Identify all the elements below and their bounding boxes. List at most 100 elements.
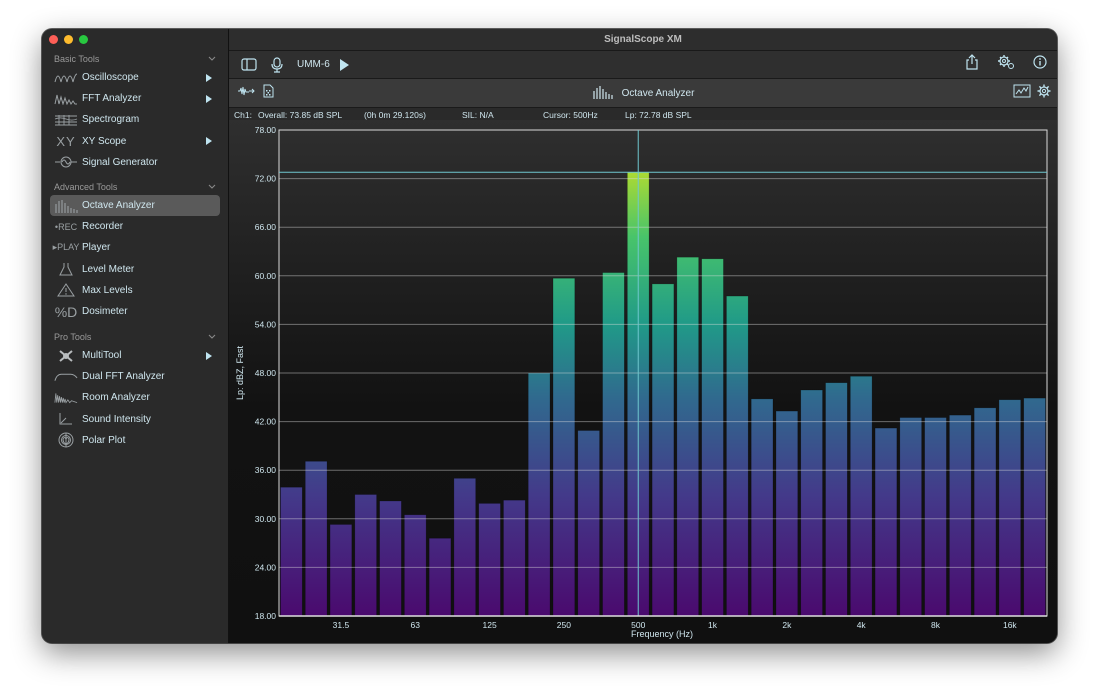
sidebar-item-label: Polar Plot bbox=[82, 434, 126, 446]
chart-area[interactable]: 78.00 72.00 66.00 60.00 54.00 48.00 42.00 36.00… bbox=[229, 120, 1057, 643]
bar-630[interactable] bbox=[651, 283, 675, 617]
x-tick-label: 250 bbox=[557, 620, 571, 630]
bar-1.25k[interactable] bbox=[726, 295, 749, 617]
overall-level: Overall: 73.85 dB SPL bbox=[258, 109, 343, 120]
sidebar-item-label: FFT Analyzer bbox=[82, 93, 142, 105]
bar-1k[interactable] bbox=[701, 258, 724, 617]
play-button[interactable] bbox=[339, 58, 349, 71]
analyzer-header: Octave Analyzer bbox=[229, 79, 1057, 108]
chevron-down-icon[interactable] bbox=[208, 183, 216, 191]
bar-10k[interactable] bbox=[949, 414, 972, 617]
bar-31.5[interactable] bbox=[329, 524, 353, 617]
main-panel: SignalScope XM UMM-6 Octave Analyzer Ch1… bbox=[229, 29, 1057, 643]
sound-intensity-icon bbox=[54, 412, 78, 426]
sidebar-item-spectrogram[interactable]: Spectrogram bbox=[50, 109, 220, 130]
minimize-window-button[interactable] bbox=[64, 35, 73, 44]
sidebar-item-label: Dual FFT Analyzer bbox=[82, 371, 165, 383]
sidebar-item-max-levels[interactable]: Max Levels bbox=[50, 280, 220, 301]
sidebar-item-label: Signal Generator bbox=[82, 156, 158, 168]
graph-options-icon[interactable] bbox=[1013, 84, 1031, 103]
bar-4k[interactable] bbox=[850, 375, 873, 617]
bar-20[interactable] bbox=[280, 486, 303, 617]
sidebar-toggle-icon[interactable] bbox=[241, 58, 257, 71]
y-tick-label: 72.00 bbox=[255, 174, 277, 184]
bar-80[interactable] bbox=[428, 537, 452, 617]
bar-50[interactable] bbox=[379, 500, 402, 617]
bar-160[interactable] bbox=[503, 499, 526, 617]
input-device-label[interactable]: UMM-6 bbox=[297, 59, 330, 70]
y-tick-label: 54.00 bbox=[255, 319, 277, 329]
x-tick-label: 16k bbox=[1003, 620, 1017, 630]
sidebar-item-label: Octave Analyzer bbox=[82, 200, 155, 212]
microphone-icon[interactable] bbox=[271, 56, 283, 73]
sidebar-item-label: XY Scope bbox=[82, 135, 127, 147]
sidebar-item-label: Sound Intensity bbox=[82, 413, 151, 425]
sidebar-item-label: Room Analyzer bbox=[82, 392, 150, 404]
submenu-arrow-icon[interactable] bbox=[206, 73, 212, 82]
bar-1.6k[interactable] bbox=[750, 398, 774, 617]
sidebar-item-oscilloscope[interactable]: Oscilloscope bbox=[50, 67, 220, 88]
info-icon[interactable] bbox=[1033, 55, 1047, 74]
bar-3.15k[interactable] bbox=[825, 382, 848, 617]
bar-40[interactable] bbox=[354, 494, 377, 617]
bar-200[interactable] bbox=[527, 372, 551, 617]
zoom-window-button[interactable] bbox=[79, 35, 88, 44]
sidebar-item-label: Recorder bbox=[82, 221, 124, 233]
cursor-level: Lp: 72.78 dB SPL bbox=[625, 109, 692, 120]
sidebar-item-dual-fft-analyzer[interactable]: Dual FFT Analyzer bbox=[50, 366, 220, 387]
sidebar-item-polar-plot[interactable]: Polar Plot bbox=[50, 430, 220, 451]
sidebar-item-xy-scope[interactable]: XY XY Scope bbox=[50, 131, 220, 152]
sidebar-item-player[interactable]: ▸PLAY Player bbox=[50, 237, 220, 258]
y-tick-label: 36.00 bbox=[255, 465, 277, 475]
analyzer-title: Octave Analyzer bbox=[621, 87, 695, 99]
play-icon: ▸PLAY bbox=[53, 242, 80, 253]
section-title: Advanced Tools bbox=[54, 182, 118, 192]
bar-8k[interactable] bbox=[924, 417, 947, 617]
bar-2.5k[interactable] bbox=[800, 389, 823, 617]
bar-63[interactable] bbox=[404, 514, 427, 617]
sidebar-item-multitool[interactable]: MultiTool bbox=[50, 345, 220, 366]
bar-6.3k[interactable] bbox=[899, 417, 922, 617]
analyzer-settings-icon[interactable] bbox=[1037, 84, 1051, 103]
sidebar-item-level-meter[interactable]: Level Meter bbox=[50, 259, 220, 280]
bar-250[interactable] bbox=[552, 277, 576, 617]
sidebar-item-octave-analyzer[interactable]: Octave Analyzer bbox=[50, 195, 220, 217]
close-window-button[interactable] bbox=[49, 35, 58, 44]
bar-2k[interactable] bbox=[775, 410, 799, 617]
submenu-arrow-icon[interactable] bbox=[206, 137, 212, 146]
chevron-down-icon[interactable] bbox=[208, 55, 216, 63]
xy-icon: XY bbox=[56, 133, 76, 149]
x-tick-label: 125 bbox=[482, 620, 496, 630]
chevron-down-icon[interactable] bbox=[208, 333, 216, 341]
bar-16k[interactable] bbox=[998, 399, 1022, 617]
dual-fft-icon bbox=[54, 372, 78, 382]
sidebar-item-dosimeter[interactable]: %D Dosimeter bbox=[50, 301, 220, 322]
octave-chart[interactable]: 78.00 72.00 66.00 60.00 54.00 48.00 42.00 36.00… bbox=[229, 120, 1057, 643]
bar-25[interactable] bbox=[304, 460, 328, 617]
sidebar-section-header[interactable]: Basic Tools bbox=[42, 51, 228, 67]
bar-20k[interactable] bbox=[1023, 397, 1046, 617]
sidebar-section-header[interactable]: Pro Tools bbox=[42, 329, 228, 345]
fft-icon bbox=[54, 93, 78, 105]
submenu-arrow-icon[interactable] bbox=[206, 351, 212, 360]
bar-100[interactable] bbox=[453, 477, 476, 617]
bar-125[interactable] bbox=[478, 503, 501, 617]
x-tick-label: 4k bbox=[857, 620, 867, 630]
sidebar-item-sound-intensity[interactable]: Sound Intensity bbox=[50, 409, 220, 430]
sidebar-item-signal-generator[interactable]: Signal Generator bbox=[50, 152, 220, 173]
bar-315[interactable] bbox=[577, 430, 600, 617]
level-meter-icon bbox=[54, 262, 78, 276]
bar-5k[interactable] bbox=[874, 427, 898, 617]
submenu-arrow-icon[interactable] bbox=[206, 94, 212, 103]
share-icon[interactable] bbox=[965, 54, 979, 75]
bar-800[interactable] bbox=[676, 256, 699, 617]
sidebar-item-room-analyzer[interactable]: Room Analyzer bbox=[50, 387, 220, 408]
x-tick-label: 8k bbox=[931, 620, 941, 630]
room-analyzer-icon bbox=[54, 392, 78, 404]
settings-advanced-icon[interactable] bbox=[997, 54, 1015, 75]
bar-12.5k[interactable] bbox=[973, 407, 997, 617]
rec-icon: •REC bbox=[54, 222, 78, 232]
sidebar-item-fft-analyzer[interactable]: FFT Analyzer bbox=[50, 88, 220, 109]
sidebar-section-header[interactable]: Advanced Tools bbox=[42, 179, 228, 195]
sidebar-item-recorder[interactable]: •REC Recorder bbox=[50, 216, 220, 237]
